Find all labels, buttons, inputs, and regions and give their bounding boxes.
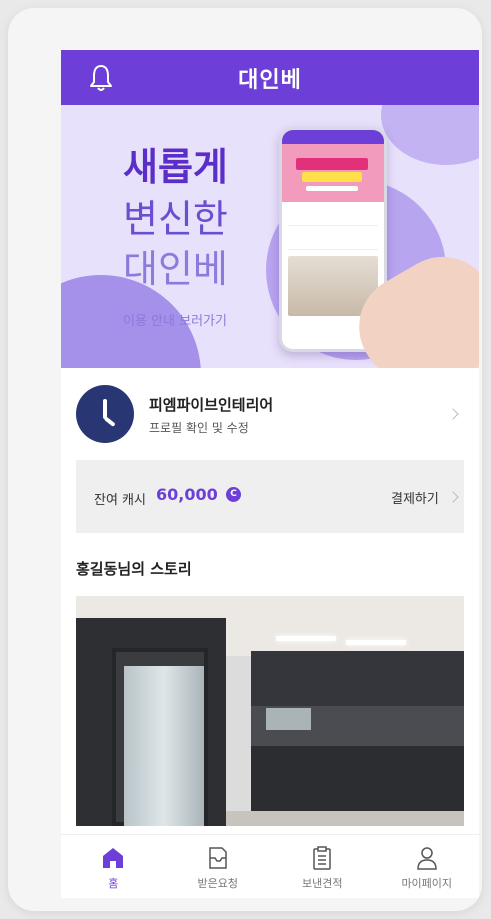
profile-name: 피엠파이브인테리어	[149, 396, 274, 414]
chevron-right-icon	[447, 408, 459, 420]
photo-light	[346, 640, 406, 645]
tab-home-label: 홈	[108, 877, 119, 890]
person-icon	[416, 847, 437, 870]
tab-received-requests[interactable]: 받은요청	[166, 835, 271, 898]
app-header: 대인베	[61, 50, 479, 105]
bottom-tab-bar: 홈 받은요청 보낸견적 마이페이지	[61, 834, 479, 898]
device-frame: 대인베 새롭게 변신한 대인베 이용 안내 보러가기 피엠파이브인테리어 프로필…	[8, 8, 482, 911]
story-title: 홍길동님의 스토리	[76, 560, 192, 578]
coin-icon: C	[226, 487, 241, 502]
cash-amount: 60,000	[156, 485, 218, 504]
photo-door-glass	[124, 666, 204, 826]
phone-mockup-promo	[282, 144, 384, 202]
inbox-icon	[209, 847, 227, 869]
tab-received-requests-label: 받은요청	[197, 877, 238, 890]
phone-mockup-row	[288, 206, 378, 226]
photo-light	[276, 636, 336, 641]
chevron-right-icon[interactable]	[447, 491, 459, 503]
photo-window	[266, 708, 311, 730]
clock-icon	[76, 385, 134, 443]
app-screen: 대인베 새롭게 변신한 대인베 이용 안내 보러가기 피엠파이브인테리어 프로필…	[61, 50, 479, 898]
profile-card[interactable]: 피엠파이브인테리어 프로필 확인 및 수정	[61, 368, 479, 458]
cash-balance-panel: 잔여 캐시 60,000 C 결제하기	[76, 460, 464, 533]
profile-edit-link[interactable]: 프로필 확인 및 수정	[149, 419, 249, 436]
bell-icon[interactable]	[87, 63, 115, 93]
clipboard-icon	[313, 846, 331, 870]
tab-my-page-label: 마이페이지	[401, 877, 453, 890]
tab-sent-quotes[interactable]: 보낸견적	[270, 835, 375, 898]
story-photo[interactable]	[76, 596, 464, 826]
promo-graphic	[296, 158, 368, 170]
banner-subline-2: 대인베	[123, 247, 228, 291]
cash-label: 잔여 캐시	[94, 493, 146, 508]
home-icon	[103, 848, 124, 868]
photo-floor	[226, 811, 464, 826]
app-title: 대인베	[238, 67, 302, 93]
tab-sent-quotes-label: 보낸견적	[302, 877, 343, 890]
pay-button[interactable]: 결제하기	[391, 488, 439, 507]
phone-mockup-header	[282, 130, 384, 144]
tab-my-page[interactable]: 마이페이지	[375, 835, 480, 898]
banner-guide-link[interactable]: 이용 안내 보러가기	[123, 310, 227, 329]
photo-upper-cabinet	[251, 651, 464, 706]
tab-home[interactable]: 홈	[61, 835, 166, 898]
banner-decoration	[381, 105, 479, 165]
banner-headline: 새롭게	[123, 145, 228, 189]
promo-graphic	[302, 172, 362, 182]
phone-mockup-row	[288, 230, 378, 250]
clock-hand	[103, 416, 116, 427]
promo-banner[interactable]: 새롭게 변신한 대인베 이용 안내 보러가기	[61, 105, 479, 368]
banner-subline-1: 변신한	[123, 197, 228, 241]
promo-graphic	[306, 186, 358, 191]
